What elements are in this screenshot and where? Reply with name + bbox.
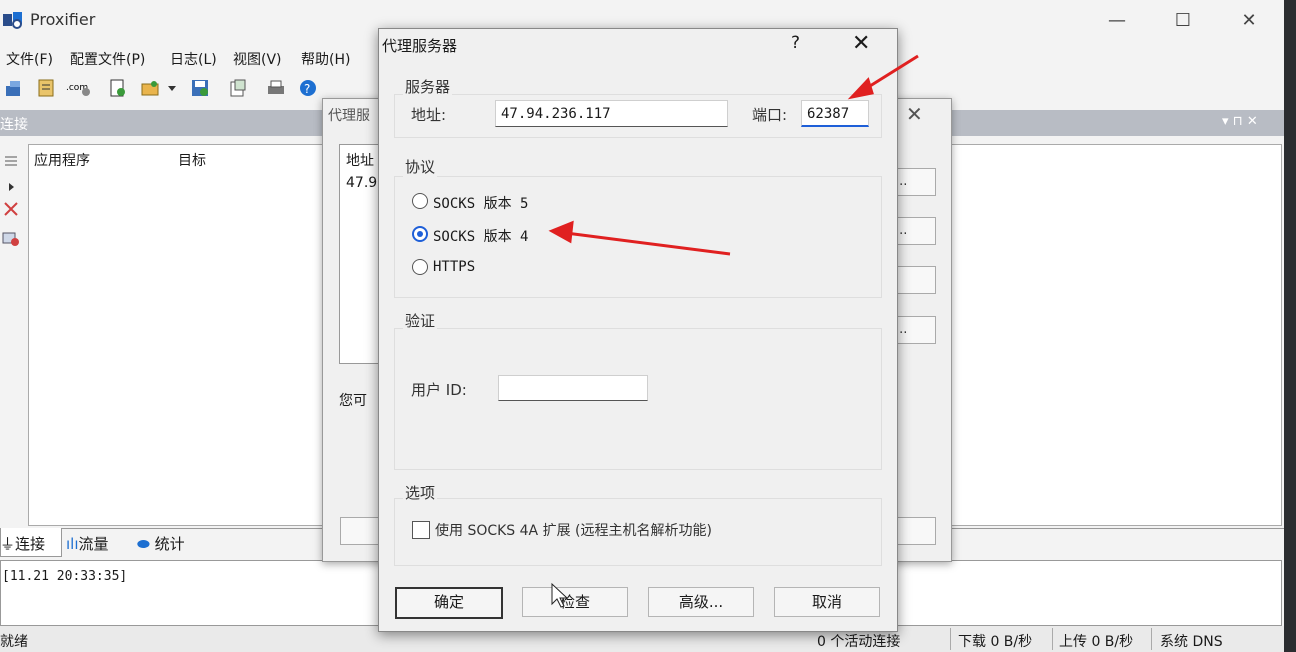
help-icon[interactable]: ? — [298, 78, 318, 98]
check-button[interactable]: ... — [894, 316, 936, 344]
socks5-radio[interactable] — [412, 193, 428, 209]
userid-input[interactable] — [498, 375, 648, 401]
ok-button[interactable]: 确定 — [395, 587, 503, 619]
advanced-button[interactable]: 高级... — [648, 587, 754, 617]
status-upload: 上传 0 B/秒 — [1059, 634, 1134, 650]
desktop-edge — [1284, 0, 1296, 652]
status-dns: 系统 DNS — [1160, 634, 1223, 650]
menu-file[interactable]: 文件(F) — [6, 49, 53, 69]
print-icon[interactable] — [266, 78, 286, 98]
status-active-connections: 0 个活动连接 — [817, 634, 901, 650]
dialog-title: 代理服务器 — [382, 37, 458, 55]
https-label[interactable]: HTTPS — [433, 259, 475, 275]
svg-text:?: ? — [304, 82, 310, 96]
connections-panel-title: 连接 — [0, 117, 28, 133]
menu-log[interactable]: 日志(L) — [170, 49, 217, 69]
userid-label: 用户 ID: — [411, 381, 467, 399]
status-separator — [1151, 628, 1152, 650]
check-button[interactable]: 检查 — [522, 587, 628, 617]
window-title: Proxifier — [30, 10, 96, 29]
tab-traffic-label: 流量 — [78, 535, 109, 553]
traffic-chart-icon: ılı — [66, 535, 79, 553]
column-header-address[interactable]: 地址 — [346, 150, 374, 170]
tab-connections[interactable]: ⏚连接 — [0, 533, 45, 554]
status-separator — [1052, 628, 1053, 650]
auth-group-label: 验证 — [403, 310, 438, 331]
dialog-hint-text: 您可 — [339, 393, 367, 409]
socks5-label[interactable]: SOCKS 版本 5 — [433, 193, 528, 213]
menu-view[interactable]: 视图(V) — [233, 49, 282, 69]
tab-traffic[interactable]: ılı流量 — [66, 533, 109, 554]
maximize-icon[interactable]: ☐ — [1160, 6, 1206, 36]
list-view-icon[interactable] — [2, 152, 20, 170]
new-profile-icon[interactable] — [4, 78, 24, 98]
proxy-server-row[interactable]: 47.9 — [346, 175, 377, 191]
status-separator — [950, 628, 951, 650]
cancel-button[interactable] — [894, 517, 936, 545]
tab-statistics[interactable]: ⬬ 统计 — [137, 533, 185, 554]
socks4-radio[interactable] — [412, 226, 428, 242]
com-icon[interactable]: .com — [66, 78, 92, 98]
port-input[interactable]: 62387 — [801, 100, 869, 127]
add-button[interactable]: ... — [894, 168, 936, 196]
close-icon[interactable]: ✕ — [852, 31, 870, 56]
menu-profile[interactable]: 配置文件(P) — [70, 49, 145, 69]
tab-connections-label: 连接 — [15, 535, 46, 553]
remove-icon[interactable] — [2, 200, 20, 218]
address-label: 地址: — [411, 106, 447, 124]
edit-button[interactable]: ... — [894, 217, 936, 245]
export-icon[interactable] — [228, 78, 248, 98]
log-entry: [11.21 20:33:35] — [2, 569, 128, 584]
proxy-servers-dialog-title: 代理服 — [328, 108, 370, 124]
tab-statistics-label: 统计 — [154, 535, 185, 553]
address-input[interactable]: 47.94.236.117 — [495, 100, 728, 127]
expand-arrow-icon[interactable] — [2, 178, 20, 196]
column-header-target[interactable]: 目标 — [178, 150, 206, 170]
socks4-label[interactable]: SOCKS 版本 4 — [433, 226, 528, 246]
ok-button[interactable] — [340, 517, 382, 545]
server-group-label: 服务器 — [403, 76, 453, 97]
close-connection-icon[interactable] — [2, 230, 20, 248]
port-label: 端口: — [752, 106, 788, 124]
protocol-group-label: 协议 — [403, 156, 438, 177]
column-header-application[interactable]: 应用程序 — [34, 150, 90, 170]
socks4a-label[interactable]: 使用 SOCKS 4A 扩展 (远程主机名解析功能) — [435, 520, 712, 540]
menu-help[interactable]: 帮助(H) — [301, 49, 350, 69]
folder-icon[interactable] — [140, 78, 160, 98]
help-icon[interactable]: ? — [791, 33, 800, 53]
status-ready: 就绪 — [0, 634, 28, 650]
dropdown-icon[interactable] — [166, 78, 178, 98]
proxifier-logo-icon — [3, 12, 22, 29]
close-icon[interactable]: ✕ — [1226, 6, 1272, 36]
document-icon[interactable] — [108, 78, 128, 98]
socks4a-checkbox[interactable] — [412, 521, 430, 539]
minimize-icon[interactable]: — — [1094, 6, 1140, 36]
cancel-button[interactable]: 取消 — [774, 587, 880, 617]
panel-pin-icon[interactable]: ▾ ⊓ ✕ — [1222, 114, 1258, 129]
open-icon[interactable] — [36, 78, 56, 98]
status-download: 下载 0 B/秒 — [958, 634, 1033, 650]
options-group-label: 选项 — [403, 482, 438, 503]
statistics-pie-icon: ⬬ — [137, 535, 150, 553]
close-icon[interactable]: ✕ — [906, 102, 923, 126]
https-radio[interactable] — [412, 259, 428, 275]
save-icon[interactable] — [190, 78, 210, 98]
remove-button[interactable] — [894, 266, 936, 294]
